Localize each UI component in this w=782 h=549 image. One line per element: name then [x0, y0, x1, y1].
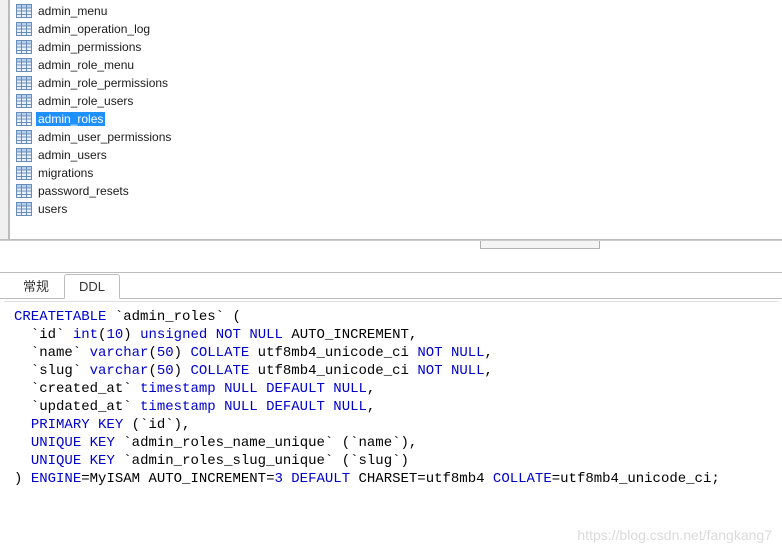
tree-item-label: password_resets [36, 184, 131, 198]
tree-item-label: users [36, 202, 69, 216]
table-icon [16, 94, 32, 108]
ddl-line: ) ENGINE=MyISAM AUTO_INCREMENT=3 DEFAULT… [14, 470, 768, 488]
tree-item-label: admin_roles [36, 112, 105, 126]
table-icon [16, 22, 32, 36]
left-gutter [0, 0, 9, 239]
tree-item-label: admin_role_menu [36, 58, 136, 72]
table-icon [16, 76, 32, 90]
ddl-line: UNIQUE KEY `admin_roles_slug_unique` (`s… [14, 452, 768, 470]
tree-item-password_resets[interactable]: password_resets [10, 182, 782, 200]
tree-item-users[interactable]: users [10, 200, 782, 218]
tree-item-admin_operation_log[interactable]: admin_operation_log [10, 20, 782, 38]
ddl-line: `name` varchar(50) COLLATE utf8mb4_unico… [14, 344, 768, 362]
table-icon [16, 184, 32, 198]
tree-item-label: admin_user_permissions [36, 130, 173, 144]
tree-item-admin_role_permissions[interactable]: admin_role_permissions [10, 74, 782, 92]
tree-item-label: admin_role_users [36, 94, 135, 108]
tree-item-label: admin_role_permissions [36, 76, 170, 90]
tree-item-admin_role_users[interactable]: admin_role_users [10, 92, 782, 110]
detail-tabs: 常规DDL [0, 273, 782, 299]
tree-item-label: migrations [36, 166, 95, 180]
tab-general[interactable]: 常规 [8, 271, 64, 299]
tab-ddl[interactable]: DDL [64, 274, 120, 299]
table-icon [16, 40, 32, 54]
table-icon [16, 166, 32, 180]
table-icon [16, 148, 32, 162]
ddl-viewer[interactable]: CREATETABLE `admin_roles` ( `id` int(10)… [4, 301, 778, 547]
ddl-line: `slug` varchar(50) COLLATE utf8mb4_unico… [14, 362, 768, 380]
table-icon [16, 112, 32, 126]
split-handle[interactable] [480, 241, 600, 249]
tree-item-admin_user_permissions[interactable]: admin_user_permissions [10, 128, 782, 146]
tree-item-migrations[interactable]: migrations [10, 164, 782, 182]
ddl-line: `created_at` timestamp NULL DEFAULT NULL… [14, 380, 768, 398]
table-icon [16, 130, 32, 144]
ddl-line: PRIMARY KEY (`id`), [14, 416, 768, 434]
splitter-area [0, 240, 782, 272]
tree-item-label: admin_menu [36, 4, 109, 18]
table-icon [16, 58, 32, 72]
tree-item-admin_permissions[interactable]: admin_permissions [10, 38, 782, 56]
tree-item-label: admin_permissions [36, 40, 143, 54]
ddl-line: CREATETABLE `admin_roles` ( [14, 308, 768, 326]
tree-item-admin_roles[interactable]: admin_roles [10, 110, 782, 128]
table-icon [16, 202, 32, 216]
ddl-line: UNIQUE KEY `admin_roles_name_unique` (`n… [14, 434, 768, 452]
ddl-line: `id` int(10) unsigned NOT NULL AUTO_INCR… [14, 326, 768, 344]
table-tree[interactable]: admin_menu admin_operation_log admin_permi… [9, 0, 782, 239]
ddl-line: `updated_at` timestamp NULL DEFAULT NULL… [14, 398, 768, 416]
tree-item-admin_role_menu[interactable]: admin_role_menu [10, 56, 782, 74]
tree-item-admin_menu[interactable]: admin_menu [10, 2, 782, 20]
tree-item-label: admin_operation_log [36, 22, 152, 36]
table-icon [16, 4, 32, 18]
tree-item-label: admin_users [36, 148, 109, 162]
tree-item-admin_users[interactable]: admin_users [10, 146, 782, 164]
